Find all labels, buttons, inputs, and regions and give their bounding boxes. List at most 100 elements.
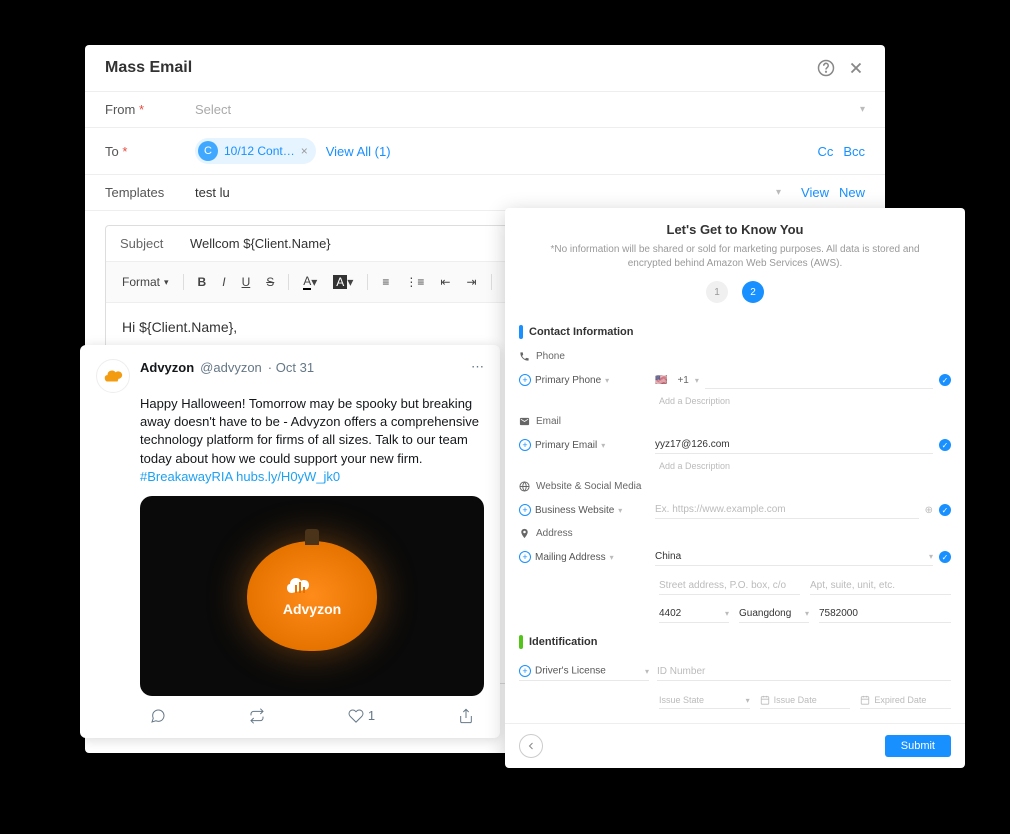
postal-input[interactable] (819, 605, 951, 623)
email-description[interactable]: Add a Description (519, 459, 951, 477)
step-1[interactable]: 1 (706, 281, 728, 303)
id-type-select[interactable]: +Driver's License▾ (519, 662, 649, 681)
country-select[interactable]: China▾ (655, 548, 933, 566)
like-button[interactable]: 1 (348, 708, 375, 724)
templates-label: Templates (105, 185, 195, 200)
chevron-down-icon: ▾ (776, 187, 781, 198)
email-input[interactable] (655, 436, 933, 454)
apt-input[interactable] (810, 577, 951, 595)
tweet-actions: 1 (140, 708, 484, 724)
tweet-handle[interactable]: @advyzon (200, 360, 262, 375)
italic-button[interactable]: I (216, 271, 231, 293)
subject-input[interactable]: Wellcom ${Client.Name} (190, 236, 331, 251)
website-subheader: Website & Social Media (519, 477, 951, 496)
format-dropdown[interactable]: Format ▾ (116, 271, 175, 293)
view-all-link[interactable]: View All (1) (326, 144, 391, 159)
tweet-card: Advyzon @advyzon · Oct 31 ⋯ Happy Hallow… (80, 345, 500, 738)
contact-section-header: Contact Information (519, 325, 951, 339)
chevron-down-icon: ▾ (860, 104, 865, 115)
view-template-link[interactable]: View (801, 185, 829, 200)
ordered-list-button[interactable]: ≡ (376, 271, 395, 293)
email-title: Mass Email (105, 59, 192, 77)
from-row: From * Select ▾ (85, 92, 885, 128)
recipient-chip[interactable]: C 10/12 Cont… × (195, 138, 316, 164)
reply-button[interactable] (150, 708, 166, 724)
primary-phone-row: +Primary Phone ▾ 🇺🇸 +1▾ ✓ (519, 366, 951, 394)
indent-button[interactable]: ⇥ (460, 271, 482, 293)
outdent-button[interactable]: ⇤ (434, 271, 456, 293)
underline-button[interactable]: U (236, 271, 257, 293)
check-icon: ✓ (939, 439, 951, 451)
add-phone-icon[interactable]: + (519, 374, 531, 386)
close-icon[interactable] (847, 59, 865, 77)
kyc-panel: Let's Get to Know You *No information wi… (505, 208, 965, 768)
website-input[interactable] (655, 501, 919, 519)
templates-row: Templates test lu ▾ View New (85, 175, 885, 211)
kyc-title: Let's Get to Know You (505, 222, 965, 237)
unordered-list-button[interactable]: ⋮≡ (399, 271, 430, 293)
phone-input[interactable] (705, 371, 933, 389)
from-select[interactable]: Select (195, 102, 860, 117)
flag-icon[interactable]: 🇺🇸 (655, 375, 667, 386)
step-indicator: 1 2 (505, 281, 965, 303)
step-2[interactable]: 2 (742, 281, 764, 303)
strike-button[interactable]: S (260, 271, 280, 293)
kyc-subtitle: *No information will be shared or sold f… (505, 237, 965, 281)
to-row: To * C 10/12 Cont… × View All (1) Cc Bcc (85, 128, 885, 175)
template-select[interactable]: test lu ▾ (195, 185, 801, 200)
tweet-text: Happy Halloween! Tomorrow may be spooky … (140, 395, 484, 486)
country-code[interactable]: +1 (677, 375, 688, 386)
tweet-date: · Oct 31 (268, 360, 314, 375)
province-select[interactable]: Guangdong▾ (739, 605, 809, 623)
tweet-image[interactable]: Advyzon (140, 496, 484, 696)
text-color-button[interactable]: A▾ (297, 270, 323, 294)
id-type-row: +Driver's License▾ (519, 657, 951, 686)
chip-remove-icon[interactable]: × (301, 144, 308, 158)
tweet-more-icon[interactable]: ⋯ (471, 359, 484, 375)
issue-state-select[interactable]: Issue State▾ (659, 692, 750, 709)
id-number-input[interactable] (657, 663, 951, 681)
add-address-icon[interactable]: + (519, 551, 531, 563)
check-icon: ✓ (939, 374, 951, 386)
address-subheader: Address (519, 524, 951, 543)
help-icon[interactable] (817, 59, 835, 77)
email-subheader: Email (519, 412, 951, 431)
bold-button[interactable]: B (192, 271, 213, 293)
phone-description[interactable]: Add a Description (519, 394, 951, 412)
new-template-link[interactable]: New (839, 185, 865, 200)
add-email-icon[interactable]: + (519, 439, 531, 451)
chip-label: 10/12 Cont… (224, 144, 295, 158)
tweet-link[interactable]: hubs.ly/H0yW_jk0 (236, 469, 340, 484)
pumpkin-logo-text: Advyzon (282, 575, 342, 617)
subject-label: Subject (120, 236, 190, 251)
info-icon[interactable]: ⊕ (925, 505, 933, 516)
bg-color-button[interactable]: A▾ (327, 271, 359, 293)
cc-link[interactable]: Cc (817, 144, 833, 159)
pumpkin-graphic: Advyzon (247, 541, 377, 651)
tweet-author-name[interactable]: Advyzon (140, 360, 194, 375)
phone-subheader: Phone (519, 347, 951, 366)
issue-date-input[interactable]: Issue Date (760, 692, 851, 709)
tweet-avatar (96, 359, 130, 393)
kyc-footer: Submit (505, 723, 965, 768)
email-header: Mass Email (85, 45, 885, 92)
tweet-hashtag[interactable]: #BreakawayRIA (140, 469, 233, 484)
submit-button[interactable]: Submit (885, 735, 951, 757)
to-label: To (105, 144, 119, 159)
primary-email-row: +Primary Email ▾ ✓ (519, 431, 951, 459)
retweet-button[interactable] (249, 708, 265, 724)
add-website-icon[interactable]: + (519, 504, 531, 516)
mailing-address-row: +Mailing Address ▾ China▾ ✓ (519, 543, 951, 571)
back-button[interactable] (519, 734, 543, 758)
from-label: From (105, 102, 135, 117)
template-value: test lu (195, 185, 230, 200)
chip-avatar: C (198, 141, 218, 161)
website-row: +Business Website ▾ ⊕ ✓ (519, 496, 951, 524)
identification-section-header: Identification (519, 635, 951, 649)
expired-date-input[interactable]: Expired Date (860, 692, 951, 709)
street-input[interactable] (659, 577, 800, 595)
city-select[interactable]: 4402▾ (659, 605, 729, 623)
bcc-link[interactable]: Bcc (843, 144, 865, 159)
check-icon: ✓ (939, 551, 951, 563)
share-button[interactable] (458, 708, 474, 724)
